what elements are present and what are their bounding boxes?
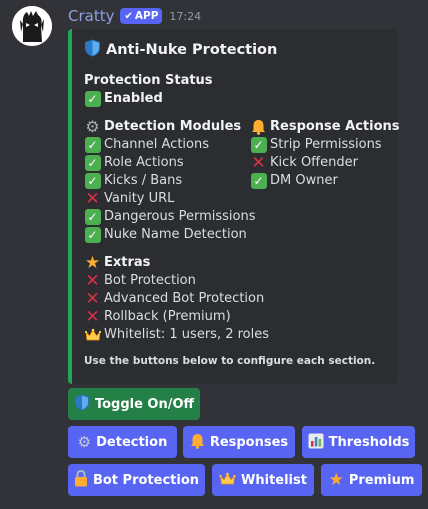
whitelist-button-label: Whitelist xyxy=(241,472,307,488)
check-icon: ✓ xyxy=(84,91,101,108)
extras-item-label: Rollback (Premium) xyxy=(104,309,231,324)
detection-heading: ⚙ Detection Modules xyxy=(84,118,250,136)
username[interactable]: Cratty xyxy=(68,7,114,25)
app-badge: ✔ APP xyxy=(120,8,163,24)
list-item: ✓ Dangerous Permissions xyxy=(84,208,256,226)
response-item-label: DM Owner xyxy=(270,173,338,188)
check-icon: ✓ xyxy=(250,173,267,190)
embed-card: Anti-Nuke Protection Protection Status ✓… xyxy=(68,29,400,384)
cross-icon: ✕ xyxy=(85,289,100,309)
check-icon: ✓ xyxy=(84,173,101,190)
shield-icon xyxy=(74,394,90,414)
detection-item-label: Vanity URL xyxy=(104,191,175,206)
responses-button-label: Responses xyxy=(209,434,289,450)
list-item: ✕ Vanity URL xyxy=(84,190,250,208)
timestamp: 17:24 xyxy=(169,9,202,23)
list-item: ✓ Role Actions xyxy=(84,154,250,172)
extras-heading: ★ Extras xyxy=(84,254,388,272)
lock-icon xyxy=(74,469,88,490)
responses-button[interactable]: Responses xyxy=(183,426,295,458)
app-badge-label: APP xyxy=(134,10,159,22)
detection-item-label: Dangerous Permissions xyxy=(104,209,256,224)
gear-icon: ⚙ xyxy=(77,432,92,451)
cross-icon: ✕ xyxy=(251,153,266,173)
embed-title: Anti-Nuke Protection xyxy=(84,39,388,61)
response-actions: Response Actions ✓ Strip Permissions ✕ Kic… xyxy=(250,118,400,244)
status-line: ✓ Enabled xyxy=(84,90,388,108)
check-icon: ✓ xyxy=(84,137,101,154)
list-item: ✓ Nuke Name Detection xyxy=(84,226,250,244)
premium-button[interactable]: ★ Premium xyxy=(321,464,422,496)
star-icon: ★ xyxy=(84,253,101,273)
crown-icon xyxy=(84,327,101,344)
extras-heading-text: Extras xyxy=(104,255,151,270)
check-icon: ✓ xyxy=(84,209,101,226)
response-item-label: Strip Permissions xyxy=(270,137,382,152)
modules-columns: ⚙ Detection Modules ✓ Channel Actions ✓ Ro… xyxy=(84,118,400,244)
list-item: ✕ Kick Offender xyxy=(250,154,400,172)
detection-button-label: Detection xyxy=(96,434,168,450)
list-item: ✕ Bot Protection xyxy=(84,272,388,290)
bot-protection-button-label: Bot Protection xyxy=(92,472,200,488)
embed-title-text: Anti-Nuke Protection xyxy=(106,42,278,58)
extras-item-label: Bot Protection xyxy=(104,273,196,288)
bell-icon xyxy=(190,433,205,452)
toggle-button-label: Toggle On/Off xyxy=(94,396,195,412)
list-item: Whitelist: 1 users, 2 roles xyxy=(84,326,388,344)
responses-heading: Response Actions xyxy=(250,118,400,136)
cross-icon: ✕ xyxy=(85,189,100,209)
whitelist-button[interactable]: Whitelist xyxy=(212,464,314,496)
list-item: ✓ DM Owner xyxy=(250,172,400,190)
check-icon: ✓ xyxy=(84,155,101,172)
bot-protection-button[interactable]: Bot Protection xyxy=(68,464,205,496)
star-icon: ★ xyxy=(328,469,344,490)
shield-icon xyxy=(84,39,101,61)
message-header: Cratty ✔ APP 17:24 xyxy=(68,6,201,26)
embed-footer: Use the buttons below to configure each … xyxy=(84,355,376,367)
list-item: ✓ Strip Permissions xyxy=(250,136,400,154)
detection-item-label: Role Actions xyxy=(104,155,184,170)
cross-icon: ✕ xyxy=(85,271,100,291)
response-item-label: Kick Offender xyxy=(270,155,358,170)
extras-item-label: Advanced Bot Protection xyxy=(104,291,265,306)
gear-icon: ⚙ xyxy=(85,117,100,136)
thresholds-button[interactable]: Thresholds xyxy=(302,426,415,458)
bell-icon xyxy=(250,119,267,136)
detection-item-label: Nuke Name Detection xyxy=(104,227,247,242)
detection-modules: ⚙ Detection Modules ✓ Channel Actions ✓ Ro… xyxy=(84,118,256,244)
list-item: ✓ Channel Actions xyxy=(84,136,250,154)
detection-item-label: Kicks / Bans xyxy=(104,173,183,188)
toggle-button[interactable]: Toggle On/Off xyxy=(68,388,200,420)
check-icon: ✓ xyxy=(84,227,101,244)
status-value: Enabled xyxy=(104,91,163,106)
bot-avatar[interactable] xyxy=(12,6,52,46)
bar-chart-icon xyxy=(308,433,324,452)
cross-icon: ✕ xyxy=(85,307,100,327)
detection-heading-text: Detection Modules xyxy=(104,119,242,134)
check-icon: ✓ xyxy=(250,137,267,154)
thresholds-button-label: Thresholds xyxy=(328,434,410,450)
responses-heading-text: Response Actions xyxy=(270,119,400,134)
extras-item-label: Whitelist: 1 users, 2 roles xyxy=(104,327,270,342)
detection-item-label: Channel Actions xyxy=(104,137,209,152)
verified-check-icon: ✔ xyxy=(124,10,133,22)
detection-button[interactable]: ⚙ Detection xyxy=(68,426,177,458)
list-item: ✓ Kicks / Bans xyxy=(84,172,250,190)
list-item: ✕ Advanced Bot Protection xyxy=(84,290,388,308)
crown-icon xyxy=(219,472,236,489)
list-item: ✕ Rollback (Premium) xyxy=(84,308,388,326)
premium-button-label: Premium xyxy=(348,472,415,488)
status-heading: Protection Status xyxy=(84,73,213,88)
